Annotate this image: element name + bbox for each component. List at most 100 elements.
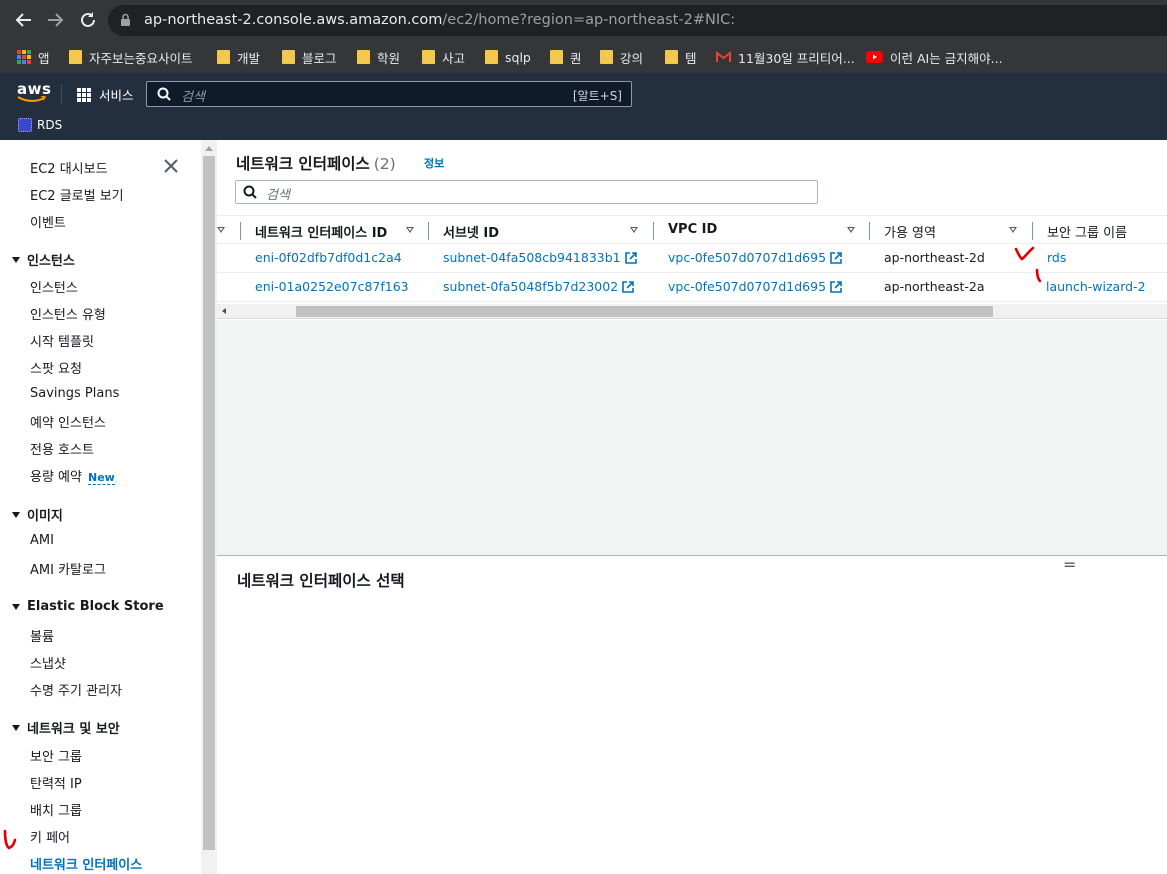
search-icon: [243, 185, 257, 199]
security-group-link[interactable]: launch-wizard-2: [1046, 279, 1146, 294]
section-title: 인스턴스: [27, 254, 75, 269]
bookmark-folder[interactable]: 퀀: [550, 48, 582, 66]
table-row[interactable]: eni-01a0252e07c87f163 subnet-0fa5048f5b7…: [217, 273, 1167, 302]
column-divider[interactable]: [428, 222, 429, 240]
sidebar-item-security-groups[interactable]: 보안 그룹: [30, 746, 82, 765]
sidebar-item-launch-templates[interactable]: 시작 템플릿: [30, 331, 94, 350]
sidebar-item-instance-types[interactable]: 인스턴스 유형: [30, 304, 106, 323]
favorite-rds[interactable]: RDS: [18, 118, 62, 132]
subnet-id-link[interactable]: subnet-0fa5048f5b7d23002: [443, 279, 634, 294]
sidebar-item-reserved-instances[interactable]: 예약 인스턴스: [30, 412, 106, 431]
sidebar-item-dedicated-hosts[interactable]: 전용 호스트: [30, 439, 94, 458]
resize-handle-icon[interactable]: =: [1063, 557, 1076, 573]
favorite-label: RDS: [37, 118, 63, 132]
sidebar-item-ec2-dashboard[interactable]: EC2 대시보드: [30, 158, 108, 177]
eni-id-link[interactable]: eni-01a0252e07c87f163: [255, 279, 409, 294]
sidebar-item-capacity-reservations[interactable]: 용량 예약 New: [30, 466, 115, 485]
column-divider[interactable]: [1032, 222, 1033, 240]
folder-icon: [357, 50, 370, 64]
sidebar-item-events[interactable]: 이벤트: [30, 212, 66, 231]
sort-icon[interactable]: [406, 227, 414, 233]
scroll-up-icon[interactable]: [205, 146, 213, 151]
sidebar-item-instances[interactable]: 인스턴스: [30, 277, 78, 296]
sidebar-item-network-interfaces[interactable]: 네트워크 인터페이스: [30, 854, 142, 873]
forward-icon[interactable]: [45, 10, 65, 30]
column-header-availability-zone[interactable]: 가용 영역: [884, 222, 936, 241]
scrollbar-thumb[interactable]: [296, 306, 993, 317]
bookmark-apps[interactable]: 앱: [17, 48, 50, 66]
section-title: Elastic Block Store: [27, 599, 164, 614]
scroll-left-icon[interactable]: [222, 308, 226, 314]
bookmark-folder[interactable]: sqlp: [485, 48, 531, 66]
youtube-icon: [866, 51, 883, 63]
annotation-check-mark: [1035, 268, 1042, 283]
table-empty-area: [217, 320, 1167, 555]
column-divider[interactable]: [869, 222, 870, 240]
sidebar-item-ec2-global-view[interactable]: EC2 글로벌 보기: [30, 185, 124, 204]
column-divider[interactable]: [240, 222, 241, 240]
table-horizontal-scrollbar[interactable]: [217, 304, 1167, 319]
sidebar-item-placement-groups[interactable]: 배치 그룹: [30, 800, 82, 819]
bookmark-folder[interactable]: 자주보는중요사이트: [69, 48, 193, 66]
sidebar-item-ami[interactable]: AMI: [30, 533, 54, 548]
sort-icon[interactable]: [217, 227, 225, 233]
sidebar-item-lifecycle-manager[interactable]: 수명 주기 관리자: [30, 680, 122, 699]
availability-zone: ap-northeast-2a: [884, 279, 985, 294]
column-header-subnet-id[interactable]: 서브넷 ID: [443, 222, 499, 241]
bookmark-folder[interactable]: 학원: [357, 48, 400, 66]
address-bar[interactable]: ap-northeast-2.console.aws.amazon.com/ec…: [108, 5, 1167, 36]
filter-input[interactable]: 검색: [235, 180, 818, 204]
info-link[interactable]: 정보: [424, 155, 444, 171]
sidebar-item-savings-plans[interactable]: Savings Plans: [30, 386, 119, 401]
bookmark-gmail[interactable]: 11월30일 프리티어...: [716, 48, 855, 66]
column-header-vpc-id[interactable]: VPC ID: [668, 222, 717, 237]
annotation-check-mark: [1014, 246, 1035, 261]
folder-icon: [485, 50, 498, 64]
back-icon[interactable]: [14, 10, 34, 30]
folder-icon: [600, 50, 613, 64]
sidebar-section-images[interactable]: 이미지: [12, 505, 63, 524]
sidebar-section-network-security[interactable]: 네트워크 및 보안: [12, 718, 120, 737]
eni-id-link[interactable]: eni-0f02dfb7df0d1c2a4: [255, 250, 402, 265]
sort-icon[interactable]: [630, 227, 638, 233]
sidebar-item-key-pairs[interactable]: 키 페어: [30, 827, 70, 846]
page-title-text: 네트워크 인터페이스: [236, 155, 370, 173]
bookmark-folder[interactable]: 템: [665, 48, 697, 66]
scrollbar-thumb[interactable]: [203, 156, 215, 850]
sidebar-item-spot-requests[interactable]: 스팟 요청: [30, 358, 82, 377]
aws-logo[interactable]: aws: [17, 82, 51, 102]
sidebar-item-elastic-ips[interactable]: 탄력적 IP: [30, 773, 82, 792]
url-text: ap-northeast-2.console.aws.amazon.com/ec…: [144, 12, 735, 28]
sort-icon[interactable]: [847, 227, 855, 233]
sort-icon[interactable]: [1009, 227, 1017, 233]
bookmark-folder[interactable]: 개발: [217, 48, 260, 66]
security-group-link[interactable]: rds: [1047, 250, 1066, 265]
sidebar-item-volumes[interactable]: 볼륨: [30, 626, 54, 645]
bookmark-folder[interactable]: 강의: [600, 48, 643, 66]
subnet-id-link[interactable]: subnet-04fa508cb941833b1: [443, 250, 637, 265]
column-divider[interactable]: [653, 222, 654, 240]
sidebar-section-ebs[interactable]: Elastic Block Store: [12, 599, 164, 614]
vpc-id-link[interactable]: vpc-0fe507d0707d1d695: [668, 279, 842, 294]
bookmark-youtube[interactable]: 이런 AI는 금지해야...: [866, 48, 1003, 66]
vpc-id-link[interactable]: vpc-0fe507d0707d1d695: [668, 250, 842, 265]
column-header-eni-id[interactable]: 네트워크 인터페이스 ID: [255, 222, 387, 241]
bookmark-folder[interactable]: 사고: [422, 48, 465, 66]
sidebar-item-ami-catalog[interactable]: AMI 카탈로그: [30, 559, 106, 578]
caret-down-icon: [12, 724, 20, 731]
sidebar-item-snapshots[interactable]: 스냅샷: [30, 653, 66, 672]
aws-search-input[interactable]: 검색 [알트+S]: [146, 81, 632, 107]
vpc-id-text: vpc-0fe507d0707d1d695: [668, 279, 827, 294]
sidebar-scrollbar[interactable]: [201, 140, 217, 874]
close-icon[interactable]: [164, 159, 178, 173]
folder-icon: [217, 50, 230, 64]
split-panel-divider[interactable]: [217, 555, 1167, 556]
column-header-security-group-name[interactable]: 보안 그룹 이름: [1047, 222, 1127, 241]
caret-down-icon: [12, 256, 20, 263]
services-menu-button[interactable]: 서비스: [77, 85, 134, 104]
sidebar-section-instances[interactable]: 인스턴스: [12, 250, 75, 269]
external-link-icon: [830, 281, 842, 293]
reload-icon[interactable]: [78, 10, 98, 30]
folder-icon: [665, 50, 678, 64]
bookmark-folder[interactable]: 블로그: [282, 48, 337, 66]
